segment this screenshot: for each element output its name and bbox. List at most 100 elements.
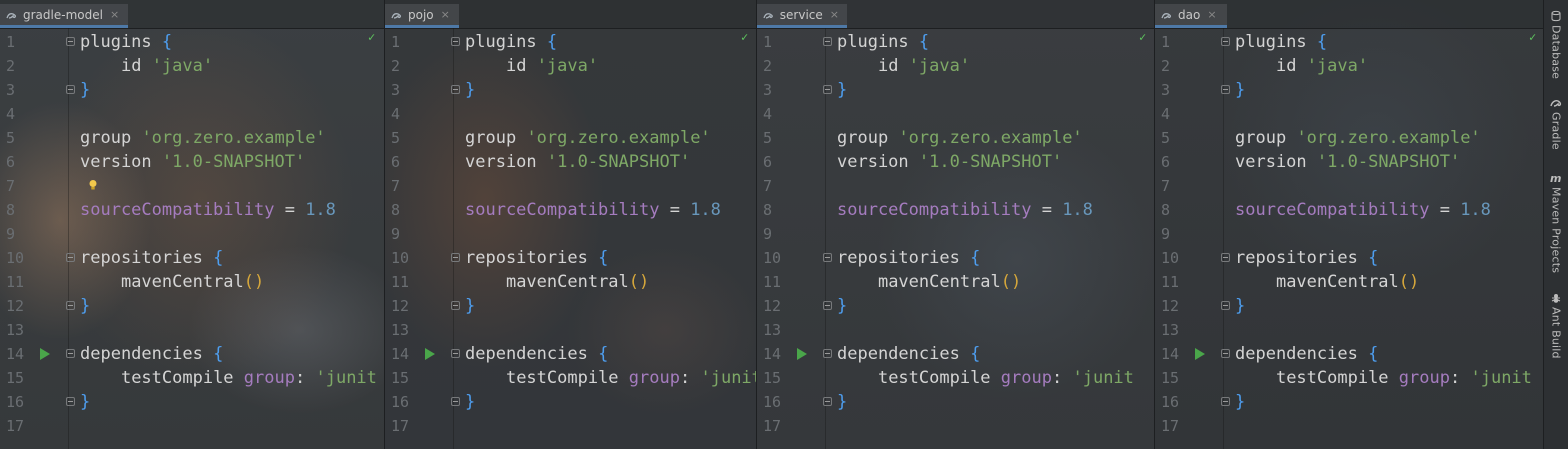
fold-marker-icon[interactable] [451,301,460,310]
fold-marker-icon[interactable] [66,253,75,262]
fold-marker-icon[interactable] [451,397,460,406]
sidebar-gradle[interactable]: Gradle [1546,97,1566,150]
sidebar-database[interactable]: Database [1546,10,1566,79]
sidebar-ant-build[interactable]: Ant Build [1546,292,1566,359]
code-line[interactable]: group 'org.zero.example' [1235,126,1481,150]
code-line[interactable]: version '1.0-SNAPSHOT' [1235,150,1460,174]
code-line[interactable]: } [1235,78,1245,102]
editor-pane-1[interactable]: pojo × ✓ 1 plugins {2 id 'java' 3} 4 5 group '… [384,0,757,449]
fold-marker-icon[interactable] [66,397,75,406]
code-line[interactable]: } [465,294,475,318]
code-line[interactable]: plugins { [837,30,929,54]
fold-marker-icon[interactable] [451,37,460,46]
line-number: 16 [6,393,25,411]
code-line[interactable]: id 'java' [1235,54,1368,78]
test-compile-keyword: testCompile [877,368,991,388]
code-line[interactable]: } [1235,294,1245,318]
fold-marker-icon[interactable] [451,253,460,262]
sidebar-maven-projects[interactable]: m Maven Projects [1546,172,1566,273]
close-tab-icon[interactable]: × [110,8,119,21]
fold-marker-icon[interactable] [66,349,75,358]
code-line[interactable]: repositories { [465,246,608,270]
java-string: 'java' [908,56,971,76]
editor-tab[interactable]: service × [757,4,847,28]
fold-marker-icon[interactable] [823,349,832,358]
code-line[interactable]: repositories { [837,246,980,270]
code-line[interactable]: version '1.0-SNAPSHOT' [80,150,305,174]
code-line[interactable]: plugins { [1235,30,1327,54]
code-line[interactable]: } [837,78,847,102]
group-keyword: group [465,128,517,148]
code-line[interactable]: repositories { [1235,246,1378,270]
code-line[interactable]: repositories { [80,246,223,270]
code-line[interactable]: dependencies { [465,342,608,366]
line-number: 6 [1161,153,1171,171]
fold-marker-icon[interactable] [451,85,460,94]
code-line[interactable]: sourceCompatibility = 1.8 [80,198,336,222]
code-line[interactable]: mavenCentral() [80,270,264,294]
code-line[interactable]: sourceCompatibility = 1.8 [1235,198,1491,222]
editor-pane-3[interactable]: dao × ✓ 1 plugins {2 id 'java' 3} 4 5 group 'o… [1154,0,1545,449]
run-gutter-icon[interactable] [40,348,50,360]
code-line[interactable]: group 'org.zero.example' [837,126,1083,150]
editor-tab[interactable]: pojo × [385,4,459,28]
code-line[interactable]: } [80,390,90,414]
code-line[interactable]: group 'org.zero.example' [465,126,711,150]
fold-marker-icon[interactable] [1221,301,1230,310]
code-line[interactable]: } [465,78,475,102]
fold-marker-icon[interactable] [823,301,832,310]
code-line[interactable]: } [465,390,475,414]
run-gutter-icon[interactable] [1195,348,1205,360]
code-line[interactable]: sourceCompatibility = 1.8 [837,198,1093,222]
code-line[interactable]: } [80,294,90,318]
code-line[interactable]: plugins { [80,30,172,54]
code-line[interactable]: id 'java' [80,54,213,78]
code-line[interactable]: id 'java' [465,54,598,78]
fold-marker-icon[interactable] [66,37,75,46]
code-line[interactable]: mavenCentral() [465,270,649,294]
fold-marker-icon[interactable] [1221,349,1230,358]
fold-marker-icon[interactable] [1221,397,1230,406]
code-line[interactable]: id 'java' [837,54,970,78]
code-line[interactable]: sourceCompatibility = 1.8 [465,198,721,222]
fold-marker-icon[interactable] [823,85,832,94]
code-line[interactable]: } [1235,390,1245,414]
run-gutter-icon[interactable] [425,348,435,360]
code-line[interactable]: version '1.0-SNAPSHOT' [465,150,690,174]
editor-pane-0[interactable]: gradle-model × ✓ 1 plugins {2 id 'java' 3} 4… [0,0,384,449]
code-line[interactable]: mavenCentral() [837,270,1021,294]
fold-marker-icon[interactable] [451,349,460,358]
run-gutter-icon[interactable] [797,348,807,360]
editor-tab[interactable]: gradle-model × [0,4,128,28]
fold-marker-icon[interactable] [823,397,832,406]
fold-marker-icon[interactable] [1221,37,1230,46]
close-tab-icon[interactable]: × [1207,8,1216,21]
code-line[interactable]: } [837,294,847,318]
maven-central-call: mavenCentral [877,272,1001,292]
code-line[interactable]: testCompile group: 'junit [1235,366,1532,390]
code-line[interactable]: dependencies { [1235,342,1378,366]
fold-marker-icon[interactable] [66,301,75,310]
code-line[interactable]: mavenCentral() [1235,270,1419,294]
editor-pane-2[interactable]: service × ✓ 1 plugins {2 id 'java' 3} 4 5 grou… [756,0,1155,449]
code-line[interactable]: testCompile group: 'junit [80,366,377,390]
editor-tab[interactable]: dao × [1155,4,1227,28]
code-line[interactable]: plugins { [465,30,557,54]
fold-marker-icon[interactable] [1221,85,1230,94]
code-line[interactable]: testCompile group: 'junit [837,366,1134,390]
lightbulb-icon[interactable] [88,179,98,191]
code-line[interactable]: group 'org.zero.example' [80,126,326,150]
close-tab-icon[interactable]: × [830,8,839,21]
code-line[interactable]: testCompile group: 'junit [465,366,757,390]
fold-marker-icon[interactable] [1221,253,1230,262]
code-line[interactable]: dependencies { [80,342,223,366]
code-line[interactable]: version '1.0-SNAPSHOT' [837,150,1062,174]
code-line[interactable]: } [80,78,90,102]
fold-marker-icon[interactable] [66,85,75,94]
repositories-keyword: repositories [80,248,203,268]
close-tab-icon[interactable]: × [441,8,450,21]
code-line[interactable]: } [837,390,847,414]
code-line[interactable]: dependencies { [837,342,980,366]
fold-marker-icon[interactable] [823,253,832,262]
fold-marker-icon[interactable] [823,37,832,46]
